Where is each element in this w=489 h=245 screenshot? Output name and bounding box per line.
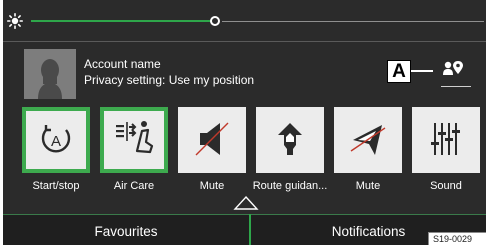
navigation-mute-label: Mute [355, 180, 381, 192]
settings-panel: Account name Privacy setting: Use my pos… [3, 0, 486, 245]
figure-code: S19-0029 [428, 232, 486, 245]
route-guidance-tile[interactable] [256, 107, 324, 173]
navigation-mute-icon [350, 125, 386, 155]
brightness-slider-fill [31, 20, 214, 22]
sun-icon [7, 13, 23, 29]
location-sharing-button[interactable] [436, 58, 476, 92]
route-guidance-label: Route guidan... [252, 180, 328, 192]
start-stop-tile[interactable]: A [22, 107, 90, 173]
speaker-mute-icon [195, 122, 229, 156]
equalizer-sliders-icon [431, 123, 460, 155]
air-care-tile[interactable] [100, 107, 168, 173]
callout-line [411, 70, 433, 72]
route-guidance-icon [278, 123, 302, 155]
person-location-pin-icon [443, 61, 463, 75]
account-name[interactable]: Account name [84, 57, 161, 71]
tab-favourites[interactable]: Favourites [3, 214, 249, 245]
brightness-slider-track [222, 20, 484, 22]
start-stop-label: Start/stop [32, 180, 80, 192]
tab-favourites-label: Favourites [94, 224, 158, 239]
air-care-label: Air Care [113, 180, 155, 192]
auto-start-stop-icon: A [41, 125, 71, 153]
callout-label: A [387, 60, 411, 83]
up-triangle-icon[interactable] [232, 195, 260, 211]
air-care-icon [116, 121, 154, 154]
person-silhouette-icon [38, 59, 62, 99]
screen: Account name Privacy setting: Use my pos… [0, 0, 489, 245]
sound-tile[interactable] [412, 107, 480, 173]
privacy-setting[interactable]: Privacy setting: Use my position [84, 73, 254, 87]
navigation-mute-tile[interactable] [334, 107, 402, 173]
brightness-slider[interactable] [29, 11, 484, 31]
avatar[interactable] [24, 49, 76, 99]
divider [3, 41, 486, 42]
mute-tile[interactable] [178, 107, 246, 173]
brightness-slider-thumb[interactable] [210, 16, 220, 26]
sound-label: Sound [430, 180, 462, 192]
mute-label: Mute [199, 180, 225, 192]
location-underline [441, 86, 471, 87]
svg-text:A: A [51, 133, 61, 150]
